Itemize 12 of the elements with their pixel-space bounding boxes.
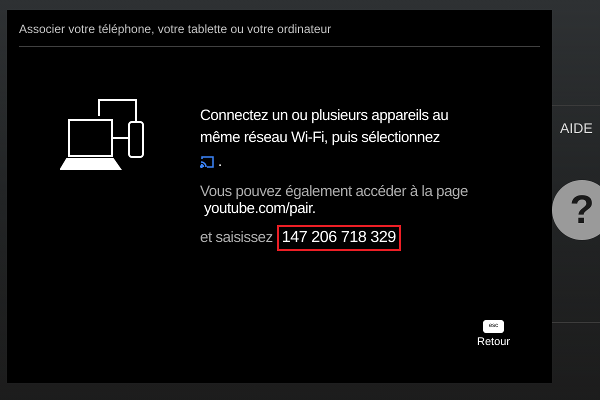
help-label[interactable]: AIDE (560, 118, 593, 139)
cast-icon (200, 156, 214, 168)
devices-icon (60, 99, 146, 171)
dialog-title: Associer votre téléphone, votre tablette ou votre ordinateur (19, 10, 540, 47)
back-label[interactable]: Retour (477, 334, 510, 350)
pair-url: youtube.com/pair. (204, 200, 317, 217)
enter-label: et saisissez (200, 228, 273, 248)
instruction-end: . (218, 152, 222, 172)
help-button[interactable]: ? (552, 180, 600, 240)
instruction-text: Connectez un ou plusieurs appareils au même réseau Wi-Fi, puis sélectionnez (200, 106, 450, 148)
alternative-text: Vous pouvez également accéder à la page (200, 183, 469, 200)
pairing-code: 147 206 718 329 (276, 225, 401, 251)
